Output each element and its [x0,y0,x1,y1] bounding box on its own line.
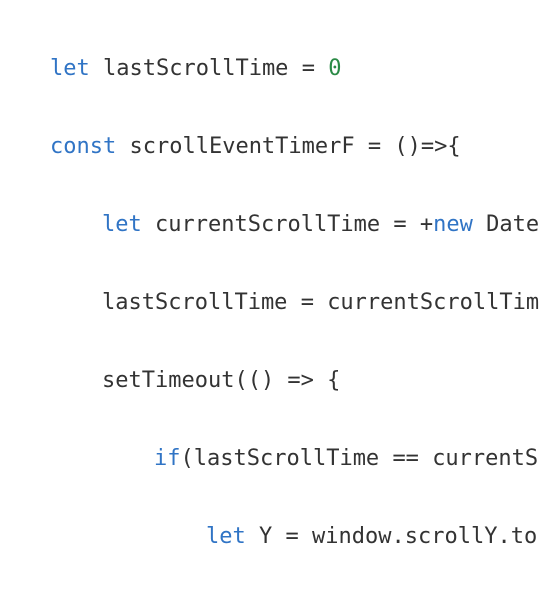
gutter [0,4,50,604]
code-line: if(lastScrollTime == currentS [50,446,544,472]
devtools-console: let lastScrollTime = 0 const scrollEvent… [0,0,544,604]
code-line: const scrollEventTimerF = ()=>{ [50,134,544,160]
code-content: let lastScrollTime = 0 const scrollEvent… [50,4,544,604]
code-line: setTimeout(() => { [50,368,544,394]
code-line: let Y = window.scrollY.to [50,524,544,550]
code-line: let lastScrollTime = 0 [50,56,544,82]
code-line: lastScrollTime = currentScrollTim [50,290,544,316]
code-line: let currentScrollTime = +new Date [50,212,544,238]
console-input-block[interactable]: let lastScrollTime = 0 const scrollEvent… [0,0,544,604]
